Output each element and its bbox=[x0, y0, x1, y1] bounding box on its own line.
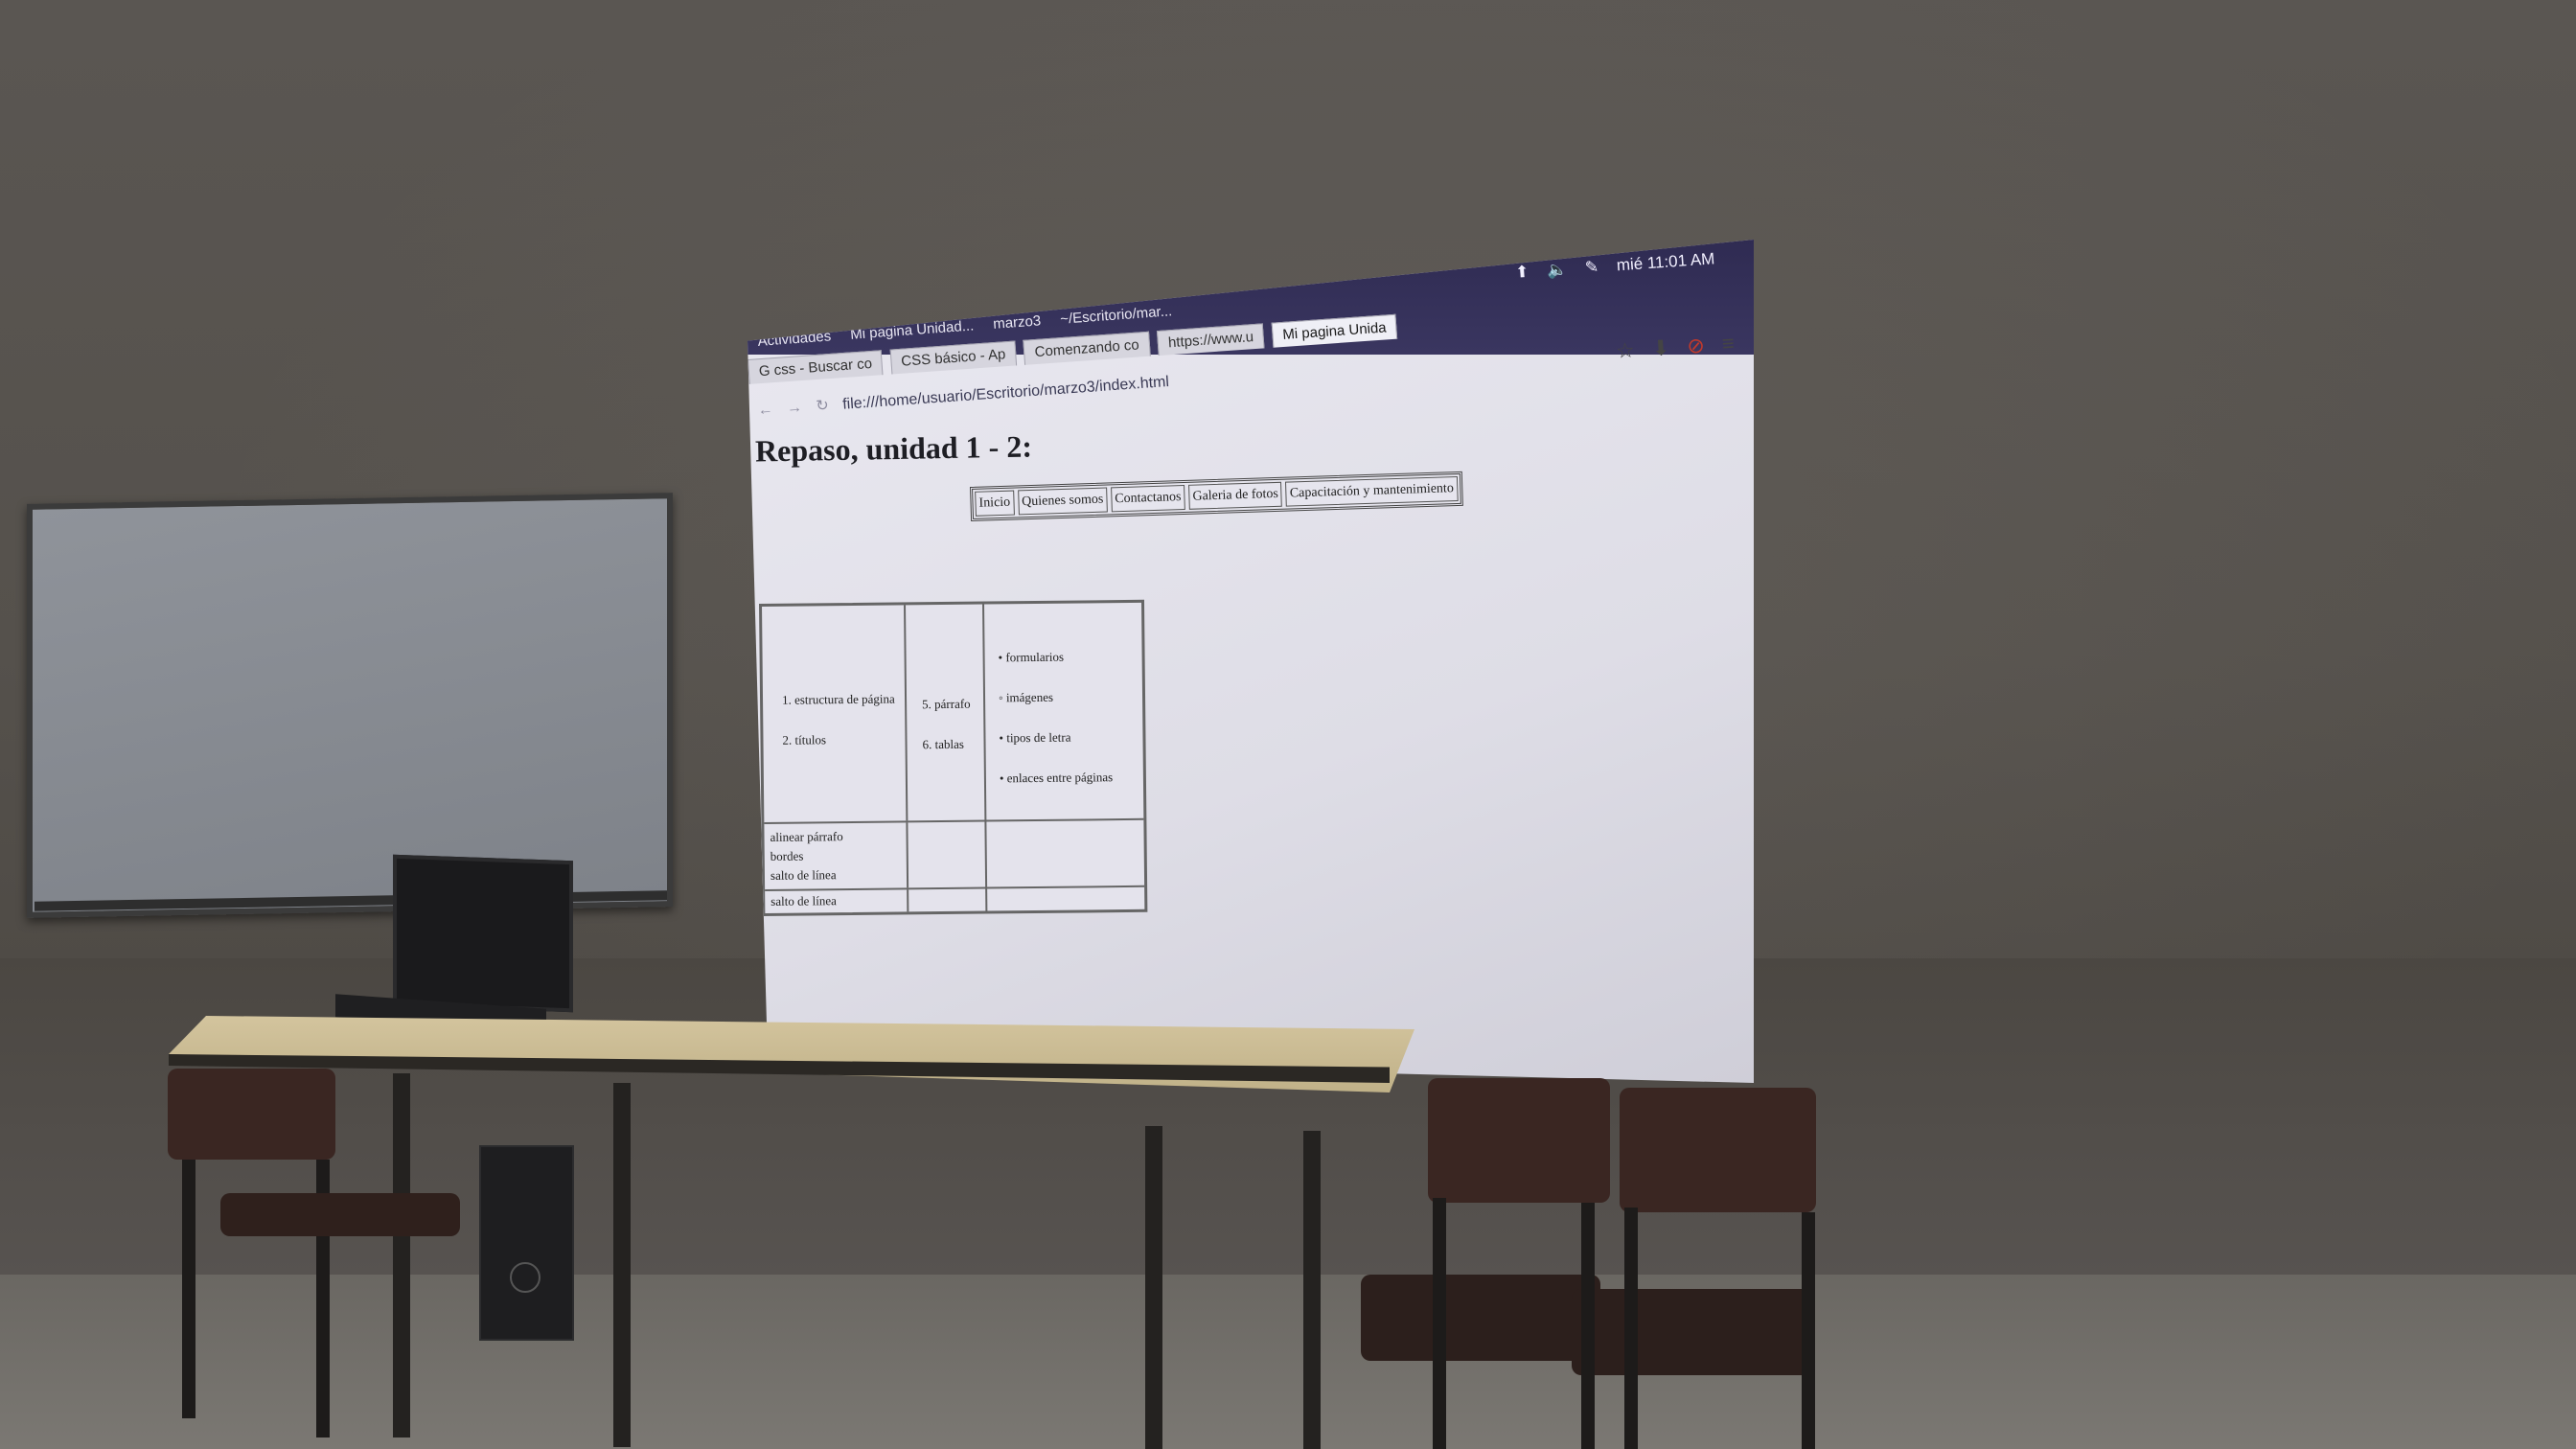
whiteboard bbox=[27, 493, 673, 918]
list-item: • tipos de letra bbox=[999, 729, 1071, 746]
list-item: 5. párrafo bbox=[922, 696, 971, 712]
computer-monitor bbox=[393, 854, 573, 1013]
list-item-text: imágenes bbox=[1005, 689, 1054, 705]
nav-link[interactable]: Contactanos bbox=[1110, 484, 1185, 513]
menu-icon[interactable]: ≡ bbox=[1721, 331, 1736, 356]
projected-screen: Actividades Mi pagina Unidad... marzo3 ~… bbox=[748, 240, 1754, 1083]
back-icon[interactable]: ← bbox=[757, 402, 773, 419]
cell-line: bordes bbox=[770, 848, 804, 863]
table-row: salto de línea bbox=[765, 887, 1144, 913]
list-item: ◦ imágenes bbox=[998, 689, 1054, 705]
list-item-text: formularios bbox=[1005, 649, 1065, 665]
reload-icon[interactable]: ↻ bbox=[816, 398, 830, 415]
table-cell: • formularios ◦ imágenes • tipos de letr… bbox=[984, 603, 1139, 820]
list-item: • enlaces entre páginas bbox=[999, 770, 1114, 786]
table-row: alinear párrafo bordes salto de línea bbox=[764, 819, 1145, 891]
table-cell: 1. estructura de página 2. títulos bbox=[762, 605, 908, 822]
table-cell: alinear párrafo bordes salto de línea bbox=[770, 827, 843, 886]
nav-menu: Inicio Quienes somos Contactanos Galeria de… bbox=[970, 471, 1463, 521]
cell-divider bbox=[985, 888, 988, 911]
chair-back bbox=[168, 1069, 335, 1160]
desk-leg bbox=[1145, 1126, 1162, 1449]
page-title: Repaso, unidad 1 - 2: bbox=[754, 428, 1033, 469]
cell-line: salto de línea bbox=[770, 867, 837, 883]
chair-seat bbox=[220, 1193, 460, 1236]
nav-link[interactable]: Capacitación y mantenimiento bbox=[1285, 476, 1459, 507]
desk-leg bbox=[613, 1083, 631, 1447]
chair-leg bbox=[182, 1160, 196, 1418]
nav-link[interactable]: Quienes somos bbox=[1017, 487, 1108, 516]
pen-icon[interactable]: ✎ bbox=[1585, 258, 1600, 277]
chair-seat bbox=[1572, 1289, 1811, 1375]
floor bbox=[0, 1275, 2576, 1449]
forward-icon[interactable]: → bbox=[787, 400, 803, 417]
list-item: 1. estructura de página bbox=[781, 691, 895, 707]
table-cell: 5. párrafo 6. tablas bbox=[906, 604, 987, 821]
volume-icon[interactable]: 🔈 bbox=[1547, 260, 1568, 279]
chair-leg bbox=[1802, 1212, 1815, 1449]
table-cell: salto de línea bbox=[770, 893, 837, 908]
list-item-text: tipos de letra bbox=[1006, 729, 1071, 746]
browser-tab[interactable]: G css - Buscar co bbox=[748, 350, 884, 384]
computer-tower bbox=[479, 1145, 574, 1341]
block-icon[interactable]: ⊘ bbox=[1687, 333, 1706, 357]
desk-leg bbox=[1303, 1131, 1321, 1449]
chair-leg bbox=[1433, 1198, 1446, 1449]
chair-leg bbox=[1581, 1203, 1595, 1449]
nav-link[interactable]: Inicio bbox=[975, 490, 1015, 517]
list-item-text: enlaces entre páginas bbox=[1006, 770, 1114, 786]
list-item: 6. tablas bbox=[922, 736, 964, 752]
table-row: 1. estructura de página 2. títulos 5. pá… bbox=[762, 602, 1144, 824]
chair-back bbox=[1620, 1088, 1816, 1212]
nav-link[interactable]: Galeria de fotos bbox=[1188, 481, 1283, 510]
window-item[interactable]: marzo3 bbox=[993, 312, 1042, 333]
chair-seat bbox=[1361, 1275, 1600, 1361]
list-item: 2. títulos bbox=[782, 732, 827, 748]
cell-divider bbox=[907, 889, 909, 912]
content-table: 1. estructura de página 2. títulos 5. pá… bbox=[759, 599, 1148, 916]
network-icon[interactable]: ⬆ bbox=[1515, 263, 1530, 282]
cell-line: alinear párrafo bbox=[770, 829, 843, 844]
chair-leg bbox=[1624, 1208, 1638, 1449]
cell-divider bbox=[984, 821, 988, 887]
list-item: • formularios bbox=[998, 649, 1065, 665]
power-button-icon bbox=[510, 1262, 540, 1293]
cell-divider bbox=[906, 822, 909, 888]
chair-back bbox=[1428, 1078, 1610, 1203]
desk-leg bbox=[393, 1073, 410, 1438]
